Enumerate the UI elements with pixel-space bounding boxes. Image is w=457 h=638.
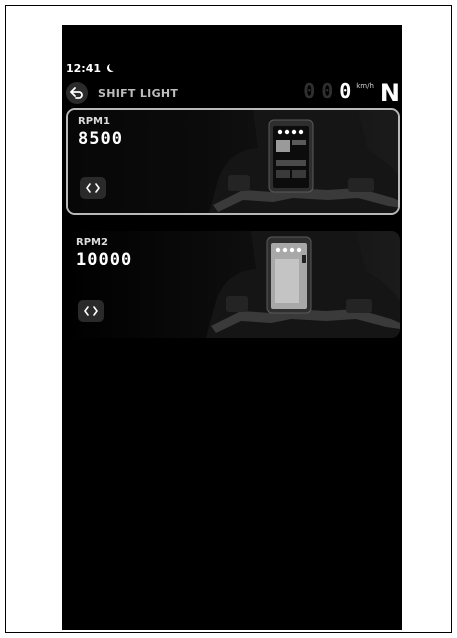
code-brackets-icon	[84, 306, 98, 316]
moon-icon	[109, 63, 117, 71]
device-screen: 12:41 SHIFT LIGHT 0 0 0 km/h N RPM1 8500…	[62, 25, 402, 630]
status-time: 12:41	[66, 61, 102, 75]
speed-unit: km/h	[356, 82, 374, 90]
back-button[interactable]	[66, 82, 88, 104]
rpm-value: 10000	[76, 250, 133, 270]
rpm-card-2[interactable]: RPM2 10000	[66, 231, 400, 338]
speed-digit: 0	[303, 79, 316, 103]
motorcycle-cockpit-image	[66, 231, 400, 338]
page-title: SHIFT LIGHT	[98, 86, 179, 100]
rpm-label: RPM2	[76, 237, 108, 248]
edit-button[interactable]	[78, 300, 104, 322]
speed-digit: 0	[339, 79, 352, 103]
gear-indicator: N	[379, 79, 400, 107]
header: SHIFT LIGHT 0 0 0 km/h N	[66, 81, 400, 105]
rpm-label: RPM1	[78, 116, 110, 127]
rpm-card-1[interactable]: RPM1 8500	[66, 108, 400, 215]
speed-digit: 0	[321, 79, 334, 103]
back-arrow-icon	[70, 87, 83, 99]
rpm-value: 8500	[78, 129, 123, 149]
motorcycle-cockpit-image	[68, 110, 398, 213]
speed-readout: 0 0 0 km/h N	[301, 81, 400, 105]
edit-button[interactable]	[80, 177, 106, 199]
code-brackets-icon	[86, 183, 100, 193]
status-bar: 12:41	[66, 60, 115, 76]
